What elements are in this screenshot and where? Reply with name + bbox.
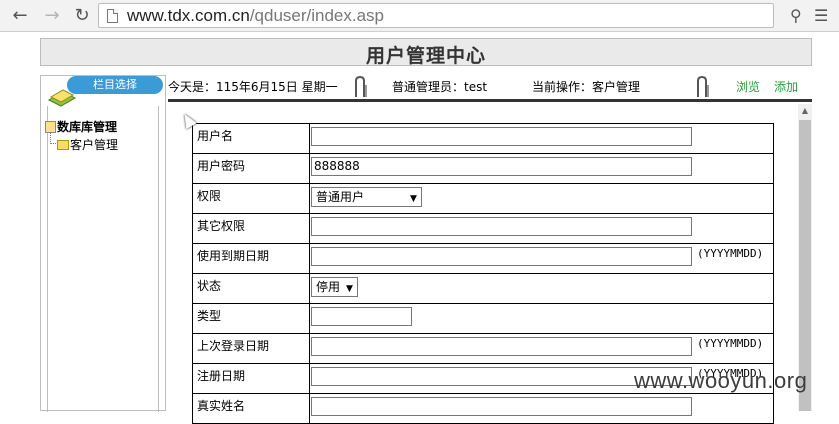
date-format-hint: (YYYYMMDD) — [697, 247, 764, 260]
username-input[interactable] — [311, 127, 692, 146]
real-name-label: 真实姓名 — [192, 393, 310, 424]
menu-icon[interactable]: ☰ — [814, 6, 828, 25]
url-text[interactable]: www.tdx.com.cn/qduser/index.asp — [127, 6, 384, 26]
date-format-hint: (YYYYMMDD) — [697, 337, 764, 350]
real-name-input[interactable] — [311, 397, 692, 416]
last-login-label: 上次登录日期 — [192, 333, 310, 364]
type-label: 类型 — [192, 303, 310, 334]
scroll-up-icon[interactable]: ▲ — [798, 104, 812, 118]
expiry-date-input[interactable] — [311, 247, 692, 266]
form-row: 类型 — [192, 303, 774, 334]
date-text: 今天是：115年6月15日 星期一 — [168, 80, 338, 94]
browser-toolbar: ← → ↻ www.tdx.com.cn/qduser/index.asp ⚲ … — [0, 0, 839, 32]
other-permission-input[interactable] — [311, 217, 692, 236]
address-bar[interactable]: www.tdx.com.cn/qduser/index.asp — [98, 3, 774, 28]
expiry-date-label: 使用到期日期 — [192, 243, 310, 274]
scrollbar[interactable]: ▲ — [798, 104, 812, 411]
form-row: 其它权限 — [192, 213, 774, 244]
username-label: 用户名 — [192, 123, 310, 154]
header-band: 用户管理中心 — [40, 38, 812, 67]
operation-text: 当前操作：客户管理 — [532, 80, 641, 94]
register-date-label: 注册日期 — [192, 363, 310, 394]
clip-icon — [697, 75, 709, 97]
divider — [168, 99, 812, 102]
browse-link[interactable]: 浏览 — [736, 78, 760, 95]
wrench-icon[interactable]: ⚲ — [790, 6, 802, 25]
watermark: www.wooyun.org — [634, 368, 808, 393]
sidebar-item-customer[interactable]: 客户管理 — [57, 136, 118, 153]
folder-icon — [57, 140, 69, 150]
info-bar: 今天是：115年6月15日 星期一 普通管理员：test 当前操作：客户管理 浏… — [168, 75, 812, 97]
page-icon — [107, 9, 118, 23]
admin-text: 普通管理员：test — [392, 80, 488, 94]
password-input[interactable]: 888888 — [311, 157, 692, 176]
tree-connector — [50, 132, 56, 144]
sidebar: 栏目选择 数库库管理 客户管理 — [40, 75, 166, 412]
book-icon — [47, 89, 77, 107]
page-title: 用户管理中心 — [365, 45, 486, 67]
password-label: 用户密码 — [192, 153, 310, 184]
other-permission-label: 其它权限 — [192, 213, 310, 244]
last-login-input[interactable] — [311, 337, 692, 356]
type-input[interactable] — [311, 307, 412, 326]
back-arrow-icon[interactable]: ← — [10, 6, 30, 26]
permission-select[interactable]: 普通用户 ▼ — [311, 187, 422, 207]
form-row: 用户名 — [192, 123, 774, 154]
reload-icon[interactable]: ↻ — [72, 6, 92, 26]
chevron-down-icon: ▼ — [346, 284, 353, 294]
permission-label: 权限 — [192, 183, 310, 214]
chevron-down-icon: ▼ — [410, 194, 417, 204]
form-row: 用户密码 888888 — [192, 153, 774, 184]
form-row: 状态 停用 ▼ — [192, 273, 774, 304]
form-row: 权限 普通用户 ▼ — [192, 183, 774, 214]
form-row: 使用到期日期 (YYYYMMDD) — [192, 243, 774, 274]
forward-arrow-icon[interactable]: → — [42, 6, 62, 26]
sidebar-badge: 栏目选择 — [67, 76, 163, 94]
add-link[interactable]: 添加 — [774, 78, 798, 95]
form-row: 真实姓名 — [192, 393, 774, 424]
form-row: 上次登录日期 (YYYYMMDD) — [192, 333, 774, 364]
status-label: 状态 — [192, 273, 310, 304]
clip-icon — [355, 75, 367, 97]
status-select[interactable]: 停用 ▼ — [311, 277, 358, 297]
